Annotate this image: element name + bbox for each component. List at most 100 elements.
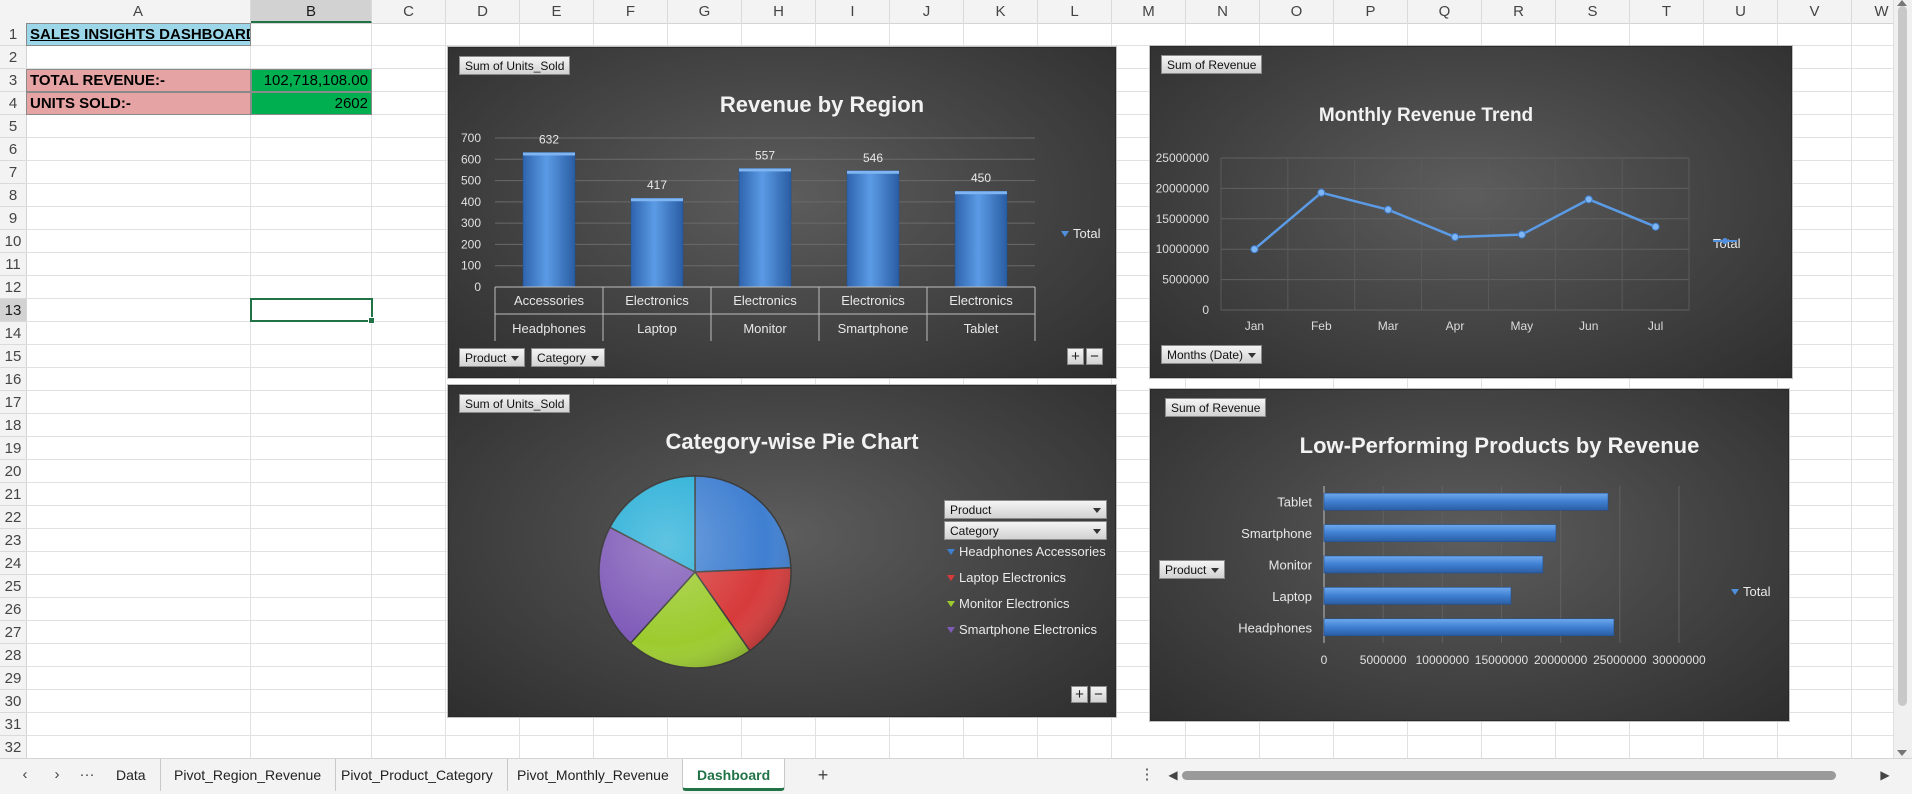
scroll-right-icon[interactable]: ▶ xyxy=(1874,759,1896,791)
row-header[interactable]: 23 xyxy=(0,529,26,552)
vertical-scroll-thumb[interactable] xyxy=(1898,6,1907,706)
row-header[interactable]: 5 xyxy=(0,115,26,138)
row-header[interactable]: 30 xyxy=(0,690,26,713)
row-header[interactable]: 21 xyxy=(0,483,26,506)
row-header[interactable]: 8 xyxy=(0,184,26,207)
filter-months-dropdown[interactable]: Months (Date) xyxy=(1161,345,1263,364)
scroll-left-icon[interactable]: ◀ xyxy=(1162,759,1184,791)
y-tick-label: 400 xyxy=(461,195,481,209)
row-header[interactable]: 32 xyxy=(0,736,26,759)
worksheet[interactable]: ABCDEFGHIJKLMNOPQRSTUVW 1 2 3 4 5 6 7 8 9 10 11 12 1… xyxy=(0,0,1912,759)
column-header[interactable]: O xyxy=(1260,0,1334,23)
horizontal-scrollbar[interactable]: ◀ ▶ xyxy=(1168,768,1889,782)
column-header[interactable]: L xyxy=(1038,0,1112,23)
row-header[interactable]: 16 xyxy=(0,368,26,391)
category-label: Headphones xyxy=(512,321,586,336)
column-header[interactable]: R xyxy=(1482,0,1556,23)
row-header[interactable]: 17 xyxy=(0,391,26,414)
row-header[interactable]: 26 xyxy=(0,598,26,621)
row-header[interactable]: 27 xyxy=(0,621,26,644)
units-sold-label-cell[interactable]: UNITS SOLD:- xyxy=(26,92,251,115)
scroll-down-icon[interactable] xyxy=(1897,750,1907,756)
row-header[interactable]: 11 xyxy=(0,253,26,276)
filter-category-dropdown[interactable]: Category xyxy=(531,348,605,367)
column-header[interactable]: S xyxy=(1556,0,1630,23)
column-header[interactable]: K xyxy=(964,0,1038,23)
row-header[interactable]: 4 xyxy=(0,92,26,115)
sheet-tab[interactable]: Pivot_Product_Category xyxy=(327,759,508,791)
column-header[interactable]: F xyxy=(594,0,668,23)
column-header[interactable]: V xyxy=(1778,0,1852,23)
y-tick-label: 25000000 xyxy=(1156,151,1210,165)
filter-category-dropdown[interactable]: Category xyxy=(944,521,1107,540)
dashboard-title-cell[interactable]: SALES INSIGHTS DASHBOARD xyxy=(26,23,251,46)
filter-product-dropdown[interactable]: Product xyxy=(459,348,526,367)
column-header[interactable]: U xyxy=(1704,0,1778,23)
row-header[interactable]: 6 xyxy=(0,138,26,161)
vertical-scrollbar[interactable] xyxy=(1893,0,1912,758)
sheet-tab[interactable]: Dashboard xyxy=(682,759,786,791)
column-header[interactable]: C xyxy=(372,0,446,23)
row-header[interactable]: 10 xyxy=(0,230,26,253)
row-header[interactable]: 22 xyxy=(0,506,26,529)
filter-product-dropdown[interactable]: Product xyxy=(1159,560,1226,579)
options-icon[interactable]: ⋮ xyxy=(1136,759,1158,791)
row-header[interactable]: 7 xyxy=(0,161,26,184)
add-sheet-icon[interactable]: + xyxy=(812,759,834,791)
collapse-field-button[interactable]: − xyxy=(1086,348,1103,365)
column-header[interactable]: G xyxy=(668,0,742,23)
row-header[interactable]: 28 xyxy=(0,644,26,667)
more-sheets-icon[interactable]: ··· xyxy=(76,759,98,791)
column-header[interactable]: I xyxy=(816,0,890,23)
data-label: 450 xyxy=(971,171,991,185)
column-header[interactable]: J xyxy=(890,0,964,23)
row-header[interactable]: 31 xyxy=(0,713,26,736)
sheet-tab[interactable]: Pivot_Region_Revenue xyxy=(160,759,337,791)
row-header[interactable]: 19 xyxy=(0,437,26,460)
column-header[interactable]: B xyxy=(251,0,372,23)
column-header[interactable]: Q xyxy=(1408,0,1482,23)
select-all-corner[interactable] xyxy=(0,0,26,24)
column-header[interactable]: E xyxy=(520,0,594,23)
column-header[interactable]: D xyxy=(446,0,520,23)
bar-top-highlight xyxy=(739,168,791,172)
active-cell-cursor[interactable] xyxy=(250,298,375,324)
total-revenue-value-cell[interactable]: 102,718,108.00 xyxy=(251,69,372,92)
horizontal-scroll-thumb[interactable] xyxy=(1182,771,1836,780)
collapse-field-button[interactable]: − xyxy=(1090,686,1107,703)
total-revenue-label-cell[interactable]: TOTAL REVENUE:- xyxy=(26,69,251,92)
row-header[interactable]: 20 xyxy=(0,460,26,483)
row-header[interactable]: 12 xyxy=(0,276,26,299)
row-header[interactable]: 25 xyxy=(0,575,26,598)
row-header[interactable]: 18 xyxy=(0,414,26,437)
column-header[interactable]: P xyxy=(1334,0,1408,23)
row-header[interactable]: 24 xyxy=(0,552,26,575)
row-header[interactable]: 29 xyxy=(0,667,26,690)
row-header[interactable]: 14 xyxy=(0,322,26,345)
row-header[interactable]: 15 xyxy=(0,345,26,368)
expand-field-button[interactable]: + xyxy=(1067,348,1084,365)
sheet-tab[interactable]: Pivot_Monthly_Revenue xyxy=(503,759,684,791)
column-header[interactable]: M xyxy=(1112,0,1186,23)
row-header[interactable]: 2 xyxy=(0,46,26,69)
scroll-tabs-right-icon[interactable]: › xyxy=(46,759,68,791)
filter-product-dropdown[interactable]: Product xyxy=(944,500,1107,519)
units-sold-value-cell[interactable]: 2602 xyxy=(251,92,372,115)
row-header[interactable]: 1 xyxy=(0,23,26,46)
row-header[interactable]: 13 xyxy=(0,299,26,322)
category-label: Electronics xyxy=(733,293,797,308)
sheet-tab[interactable]: Data xyxy=(102,759,161,791)
column-header[interactable]: A xyxy=(26,0,251,23)
scroll-tabs-left-icon[interactable]: ‹ xyxy=(14,759,36,791)
column-header[interactable]: H xyxy=(742,0,816,23)
row-header[interactable]: 3 xyxy=(0,69,26,92)
column-header[interactable]: N xyxy=(1186,0,1260,23)
chart-monthly-revenue-trend[interactable]: Sum of Revenue Monthly Revenue Trend 0 50… xyxy=(1150,46,1792,378)
y-tick-label: 700 xyxy=(461,131,481,145)
row-header[interactable]: 9 xyxy=(0,207,26,230)
column-header[interactable]: T xyxy=(1630,0,1704,23)
chart-revenue-by-region[interactable]: Sum of Units_Sold Revenue by Region 0 100… xyxy=(448,47,1116,378)
chart-low-performing-products[interactable]: Sum of Revenue Low-Performing Products b… xyxy=(1150,389,1789,721)
expand-field-button[interactable]: + xyxy=(1071,686,1088,703)
chart-category-pie[interactable]: Sum of Units_Sold Category-wise Pie Char… xyxy=(448,385,1116,717)
